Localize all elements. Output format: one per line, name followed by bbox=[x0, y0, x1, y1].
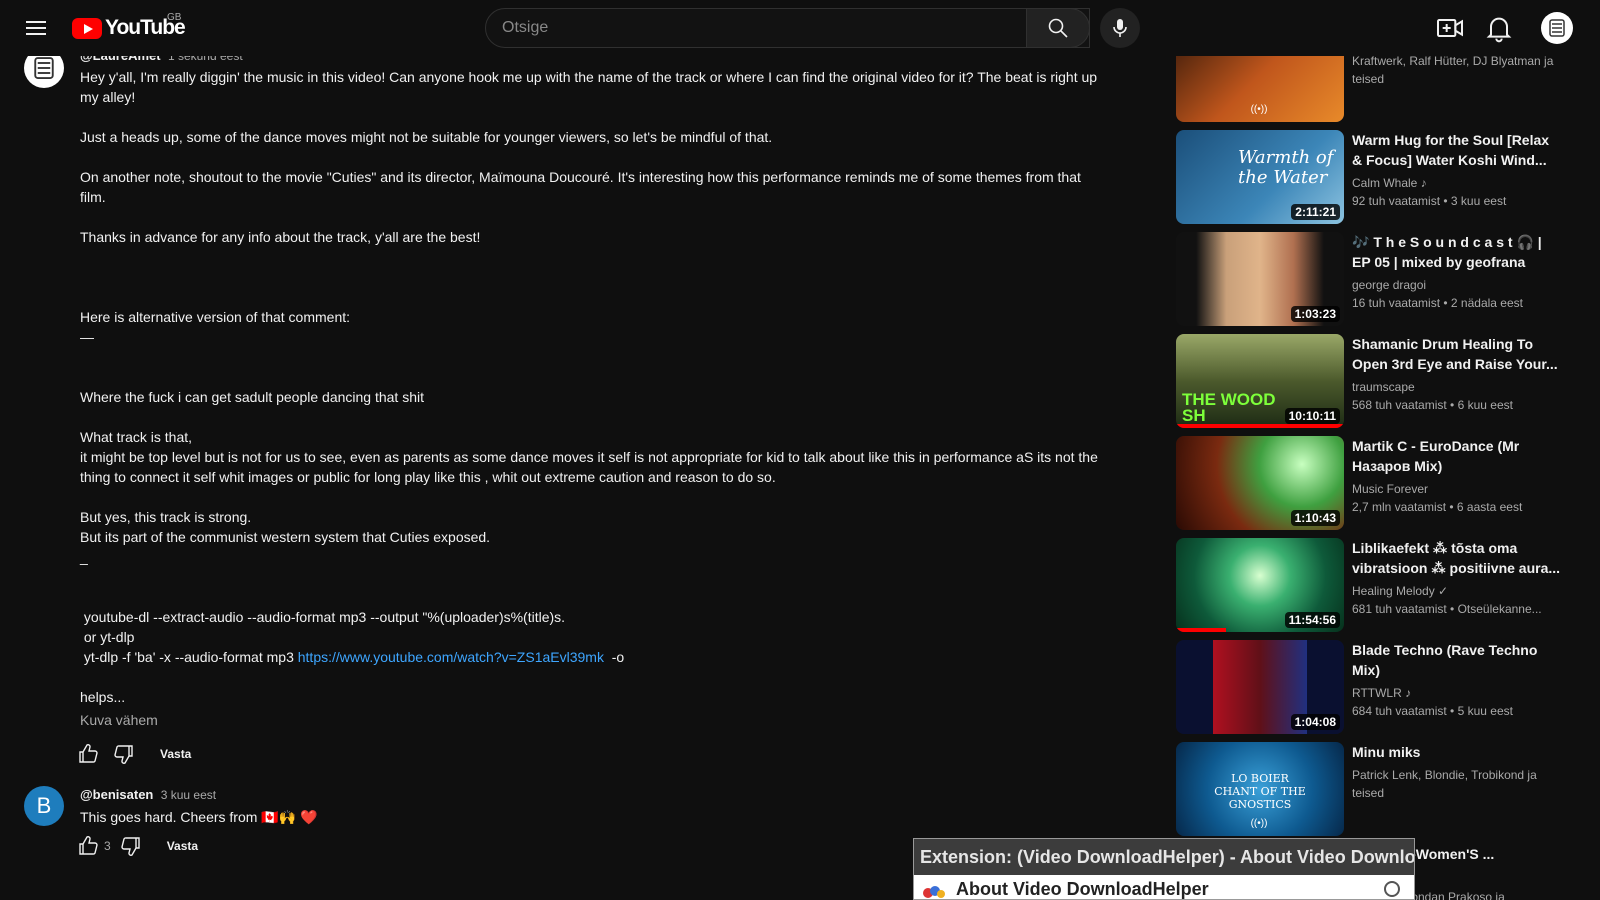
thumbnail-text: Warmth of the Water bbox=[1238, 147, 1334, 188]
region-code: GB bbox=[167, 12, 182, 23]
downloadhelper-logo-icon bbox=[923, 886, 945, 898]
reply-button[interactable]: Vasta bbox=[167, 839, 198, 853]
search-icon bbox=[1048, 18, 1068, 38]
video-meta: 16 tuh vaatamist • 2 nädala eest bbox=[1352, 296, 1523, 310]
create-button[interactable] bbox=[1434, 12, 1466, 44]
comment-time[interactable]: 3 kuu eest bbox=[161, 788, 216, 802]
like-icon[interactable] bbox=[76, 834, 100, 858]
video-duration: 1:04:08 bbox=[1290, 714, 1340, 730]
reply-button[interactable]: Vasta bbox=[160, 747, 191, 761]
bell-icon bbox=[1486, 17, 1512, 43]
video-meta: 2,7 mln vaatamist • 6 aasta eest bbox=[1352, 500, 1523, 514]
search-input[interactable] bbox=[486, 9, 1089, 47]
recommendation-item[interactable]: Warmth of the Water 2:11:21 Warm Hug for… bbox=[1176, 130, 1576, 224]
channel-name[interactable]: Calm Whale ♪ bbox=[1352, 174, 1562, 192]
video-title[interactable]: Blade Techno (Rave Techno Mix) bbox=[1352, 640, 1562, 680]
close-icon[interactable] bbox=[1384, 881, 1400, 897]
search-button[interactable] bbox=[1026, 8, 1090, 48]
watch-progress-bar bbox=[1176, 628, 1227, 632]
menu-icon-line bbox=[26, 27, 46, 29]
channel-name[interactable]: RTTWLR ♪ bbox=[1352, 684, 1562, 702]
video-duration: 2:11:21 bbox=[1291, 204, 1340, 220]
video-title[interactable]: 🎶 T h e S o u n d c a s t 🎧 | EP 05 | mi… bbox=[1352, 232, 1562, 272]
comment-actions: 3 Vasta bbox=[76, 834, 198, 858]
youtube-logo[interactable]: YouTube GB bbox=[72, 12, 186, 40]
video-title[interactable]: Martik C - EuroDance (Mr Назаров Mix) bbox=[1352, 436, 1562, 476]
like-count: 3 bbox=[104, 839, 111, 853]
youtube-play-icon bbox=[72, 17, 102, 39]
live-radio-icon: ((•)) bbox=[1250, 104, 1268, 115]
extension-title: About Video DownloadHelper bbox=[956, 879, 1209, 899]
live-radio-icon: ((•)) bbox=[1250, 818, 1268, 829]
search-box bbox=[485, 8, 1090, 48]
thumbnail-text: THE WOOD SH bbox=[1182, 390, 1276, 425]
video-duration: 10:10:11 bbox=[1284, 408, 1340, 424]
top-bar: YouTube GB bbox=[0, 0, 1600, 56]
comment-text: Hey y'all, I'm really diggin' the music … bbox=[80, 67, 1110, 707]
comment-author[interactable]: @benisaten bbox=[80, 787, 153, 802]
recommendation-item[interactable]: 1:03:23 🎶 T h e S o u n d c a s t 🎧 | EP… bbox=[1176, 232, 1576, 326]
video-thumbnail[interactable]: Warmth of the Water 2:11:21 bbox=[1176, 130, 1344, 224]
coat-of-arms-icon bbox=[1549, 19, 1565, 37]
video-meta: 568 tuh vaatamist • 6 kuu eest bbox=[1352, 398, 1513, 412]
account-avatar[interactable] bbox=[1541, 12, 1573, 44]
menu-icon-line bbox=[26, 33, 46, 35]
recommendations-sidebar: ((•)) Kraftwerk, Ralf Hütter, DJ Blyatma… bbox=[1176, 0, 1576, 900]
video-duration: 1:03:23 bbox=[1290, 306, 1340, 322]
comment-text: This goes hard. Cheers from 🇨🇦🙌 ❤️ bbox=[80, 809, 318, 825]
extension-popup: Extension: (Video DownloadHelper) - Abou… bbox=[913, 838, 1415, 900]
video-meta: 684 tuh vaatamist • 5 kuu eest bbox=[1352, 704, 1513, 718]
recommendation-item[interactable]: THE WOOD SH 10:10:11 Shamanic Drum Heali… bbox=[1176, 334, 1576, 428]
microphone-icon bbox=[1113, 19, 1127, 37]
video-thumbnail[interactable]: 1:04:08 bbox=[1176, 640, 1344, 734]
video-title[interactable]: Shamanic Drum Healing To Open 3rd Eye an… bbox=[1352, 334, 1562, 374]
comment-text-main: Hey y'all, I'm really diggin' the music … bbox=[80, 69, 1098, 665]
video-duration: 1:10:43 bbox=[1290, 510, 1340, 526]
comment-link[interactable]: https://www.youtube.com/watch?v=ZS1aEvl3… bbox=[298, 649, 604, 665]
voice-search-button[interactable] bbox=[1100, 8, 1140, 48]
dislike-icon[interactable] bbox=[119, 834, 143, 858]
video-meta: 681 tuh vaatamist • Otseülekanne... bbox=[1352, 602, 1542, 616]
like-icon[interactable] bbox=[76, 742, 100, 766]
comment-actions: Vasta bbox=[76, 742, 191, 766]
video-duration: 11:54:56 bbox=[1284, 612, 1340, 628]
video-thumbnail[interactable]: THE WOOD SH 10:10:11 bbox=[1176, 334, 1344, 428]
video-thumbnail[interactable]: 11:54:56 bbox=[1176, 538, 1344, 632]
comment-author-avatar[interactable]: B bbox=[24, 786, 64, 826]
thumbnail-text: LO BOIER CHANT OF THE GNOSTICS bbox=[1214, 772, 1306, 811]
extension-body: About Video DownloadHelper bbox=[914, 875, 1414, 899]
video-title[interactable]: Warm Hug for the Soul [Relax & Focus] Wa… bbox=[1352, 130, 1562, 170]
channel-name[interactable]: Kraftwerk, Ralf Hütter, DJ Blyatman ja t… bbox=[1352, 52, 1562, 88]
video-title[interactable]: Minu miks bbox=[1352, 742, 1562, 762]
comment-header: @benisaten 3 kuu eest bbox=[80, 787, 216, 802]
channel-name[interactable]: george dragoi bbox=[1352, 276, 1562, 294]
recommendation-item[interactable]: 11:54:56 Liblikaefekt ⁂ tõsta oma vibrat… bbox=[1176, 538, 1576, 632]
notifications-button[interactable] bbox=[1483, 12, 1515, 44]
channel-name[interactable]: traumscape bbox=[1352, 378, 1562, 396]
extension-header: Extension: (Video DownloadHelper) - Abou… bbox=[914, 839, 1414, 875]
video-camera-plus-icon bbox=[1437, 19, 1463, 37]
show-less-button[interactable]: Kuva vähem bbox=[80, 712, 158, 728]
recommendation-item[interactable]: LO BOIER CHANT OF THE GNOSTICS ((•)) Min… bbox=[1176, 742, 1576, 836]
video-thumbnail[interactable]: 1:10:43 bbox=[1176, 436, 1344, 530]
recommendation-item[interactable]: 1:04:08 Blade Techno (Rave Techno Mix) R… bbox=[1176, 640, 1576, 734]
channel-name[interactable]: Music Forever bbox=[1352, 480, 1562, 498]
channel-name[interactable]: Healing Melody ✓ bbox=[1352, 582, 1562, 600]
video-title[interactable]: Liblikaefekt ⁂ tõsta oma vibratsioon ⁂ p… bbox=[1352, 538, 1562, 578]
video-thumbnail[interactable]: 1:03:23 bbox=[1176, 232, 1344, 326]
video-meta: 92 tuh vaatamist • 3 kuu eest bbox=[1352, 194, 1507, 208]
hamburger-menu-button[interactable] bbox=[20, 12, 52, 44]
watch-progress-bar bbox=[1176, 424, 1344, 428]
menu-icon-line bbox=[26, 21, 46, 23]
recommendation-item[interactable]: 1:10:43 Martik C - EuroDance (Mr Назаров… bbox=[1176, 436, 1576, 530]
dislike-icon[interactable] bbox=[112, 742, 136, 766]
video-thumbnail[interactable]: LO BOIER CHANT OF THE GNOSTICS ((•)) bbox=[1176, 742, 1344, 836]
channel-name[interactable]: Patrick Lenk, Blondie, Trobikond ja teis… bbox=[1352, 766, 1562, 802]
